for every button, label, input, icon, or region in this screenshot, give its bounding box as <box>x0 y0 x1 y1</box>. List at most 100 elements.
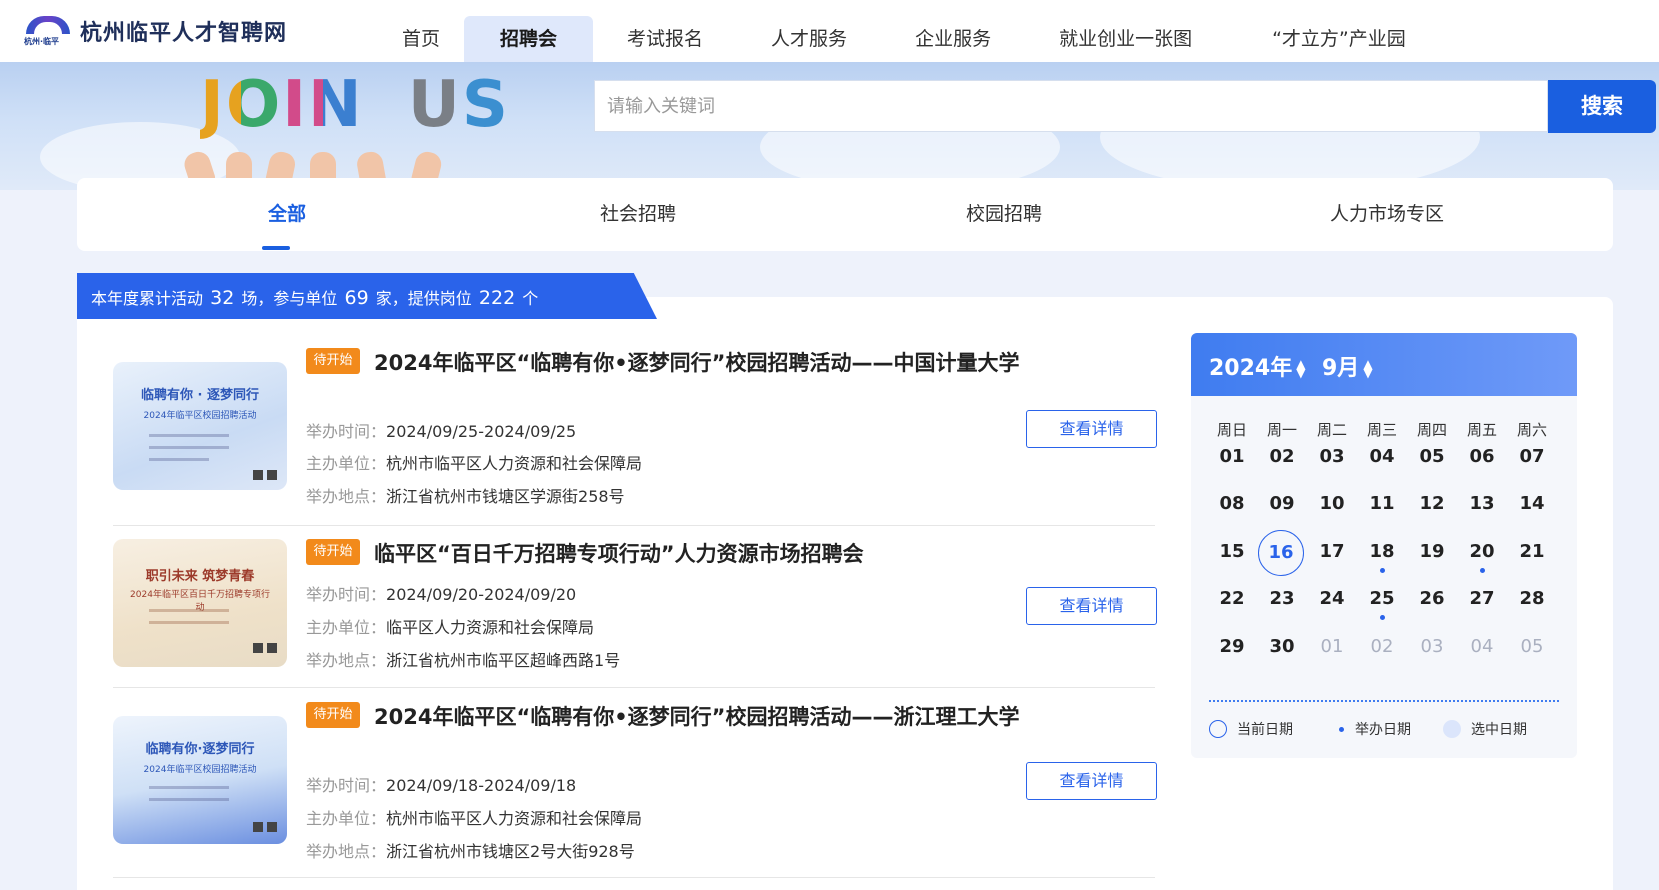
calendar-day[interactable]: 05 <box>1508 625 1556 669</box>
event-divider <box>113 877 1155 878</box>
event-card[interactable]: 临聘有你 · 逐梦同行 2024年临平区校园招聘活动 待开始 2024年临平区“… <box>113 344 1157 506</box>
event-card[interactable]: 职引未来 筑梦青春 2024年临平区百日千万招聘专项行动 待开始 临平区“百日千… <box>113 537 1157 687</box>
event-calendar: 2024年 ▲ ▼ 9月 ▲ ▼ 周日 周一 周二 周三 周四 周五 周六 01 02 03 04 05 06… <box>1191 333 1577 758</box>
filled-circle-icon <box>1443 720 1461 738</box>
nav-enterprise-service[interactable]: 企业服务 <box>881 16 1025 62</box>
sort-updown-icon: ▲ ▼ <box>1363 357 1373 380</box>
event-title[interactable]: 2024年临平区“临聘有你•逐梦同行”校园招聘活动——中国计量大学 <box>374 348 1024 378</box>
top-header: 杭州·临平 杭州临平人才智聘网 首页 招聘会 考试报名 人才服务 企业服务 就业… <box>0 0 1659 62</box>
event-thumbnail[interactable]: 临聘有你·逐梦同行 2024年临平区校园招聘活动 <box>113 716 287 844</box>
status-badge: 待开始 <box>306 539 360 565</box>
calendar-day[interactable]: 28 <box>1508 577 1556 621</box>
logo-title: 杭州临平人才智聘网 <box>80 20 288 46</box>
calendar-day[interactable]: 04 <box>1358 435 1406 479</box>
calendar-day[interactable]: 29 <box>1208 625 1256 669</box>
calendar-day[interactable]: 01 <box>1208 435 1256 479</box>
site-logo[interactable]: 杭州·临平 杭州临平人才智聘网 <box>24 14 287 48</box>
tab-campus-recruitment[interactable]: 校园招聘 <box>939 178 1069 251</box>
calendar-day[interactable]: 02 <box>1358 625 1406 669</box>
nav-exam-registration[interactable]: 考试报名 <box>593 16 737 62</box>
event-title[interactable]: 2024年临平区“临聘有你•逐梦同行”校园招聘活动——浙江理工大学 <box>374 702 1024 732</box>
logo-subtitle: 杭州·临平 <box>24 37 60 46</box>
thumbnail-title: 临聘有你 · 逐梦同行 <box>141 388 259 403</box>
calendar-day[interactable]: 09 <box>1258 482 1306 526</box>
calendar-day[interactable]: 17 <box>1308 530 1356 574</box>
status-badge: 待开始 <box>306 348 360 374</box>
calendar-day[interactable]: 24 <box>1308 577 1356 621</box>
month-selector[interactable]: 9月 ▲ ▼ <box>1322 350 1373 382</box>
view-details-button[interactable]: 查看详情 <box>1026 587 1157 625</box>
event-thumbnail[interactable]: 职引未来 筑梦青春 2024年临平区百日千万招聘专项行动 <box>113 539 287 667</box>
nav-talent-service[interactable]: 人才服务 <box>737 16 881 62</box>
stats-prefix: 本年度累计活动 <box>91 289 204 308</box>
nav-home[interactable]: 首页 <box>372 16 464 62</box>
legend-current-date: 当前日期 <box>1209 719 1293 739</box>
event-time: 举办时间：2024/09/18-2024/09/18 <box>306 776 577 795</box>
event-day-dot <box>1480 568 1485 573</box>
event-thumbnail[interactable]: 临聘有你 · 逐梦同行 2024年临平区校园招聘活动 <box>113 362 287 490</box>
event-host: 主办单位：临平区人力资源和社会保障局 <box>306 618 595 637</box>
calendar-day[interactable]: 13 <box>1458 482 1506 526</box>
calendar-day[interactable]: 05 <box>1408 435 1456 479</box>
event-day-dot <box>1380 568 1385 573</box>
event-card[interactable]: 临聘有你·逐梦同行 2024年临平区校园招聘活动 待开始 2024年临平区“临聘… <box>113 700 1157 870</box>
tab-all[interactable]: 全部 <box>227 178 347 251</box>
event-host: 主办单位：杭州市临平区人力资源和社会保障局 <box>306 454 643 473</box>
nav-industrial-park[interactable]: “才立方”产业园 <box>1226 16 1426 62</box>
calendar-day[interactable]: 30 <box>1258 625 1306 669</box>
event-time: 举办时间：2024/09/20-2024/09/20 <box>306 585 577 604</box>
status-badge: 待开始 <box>306 702 360 728</box>
nav-employment-map[interactable]: 就业创业一张图 <box>1025 16 1226 62</box>
sort-updown-icon: ▲ ▼ <box>1296 357 1306 380</box>
calendar-day[interactable]: 19 <box>1408 530 1456 574</box>
calendar-day[interactable]: 22 <box>1208 577 1256 621</box>
calendar-day[interactable]: 03 <box>1308 435 1356 479</box>
calendar-day[interactable]: 04 <box>1458 625 1506 669</box>
year-selector[interactable]: 2024年 ▲ ▼ <box>1209 350 1305 382</box>
nav-job-fair[interactable]: 招聘会 <box>464 16 594 62</box>
event-title[interactable]: 临平区“百日千万招聘专项行动”人力资源市场招聘会 <box>374 539 1024 569</box>
stats-activities-count: 32 <box>210 287 235 309</box>
calendar-day[interactable]: 15 <box>1208 530 1256 574</box>
logo-mark-icon: 杭州·临平 <box>24 14 72 48</box>
view-details-button[interactable]: 查看详情 <box>1026 410 1157 448</box>
calendar-day[interactable]: 16 <box>1258 530 1304 576</box>
search-input[interactable] <box>595 81 1547 131</box>
search-button[interactable]: 搜索 <box>1548 80 1656 133</box>
calendar-day[interactable]: 21 <box>1508 530 1556 574</box>
stats-positions-count: 222 <box>478 287 516 309</box>
thumbnail-title: 临聘有你·逐梦同行 <box>145 742 255 757</box>
active-tab-indicator <box>262 246 290 250</box>
calendar-day[interactable]: 14 <box>1508 482 1556 526</box>
legend-selected-date: 选中日期 <box>1443 719 1527 739</box>
calendar-day[interactable]: 07 <box>1508 435 1556 479</box>
thumbnail-title: 职引未来 筑梦青春 <box>145 569 255 584</box>
stats-unit-1: 场，参与单位 <box>241 289 338 308</box>
calendar-day[interactable]: 03 <box>1408 625 1456 669</box>
tab-social-recruitment[interactable]: 社会招聘 <box>573 178 703 251</box>
join-us-graphic: JOIN US <box>200 68 510 142</box>
calendar-day[interactable]: 01 <box>1308 625 1356 669</box>
event-day-dot <box>1380 615 1385 620</box>
event-place: 举办地点：浙江省杭州市钱塘区学源街258号 <box>306 487 625 506</box>
stats-companies-count: 69 <box>344 287 369 309</box>
calendar-day[interactable]: 23 <box>1258 577 1306 621</box>
calendar-day[interactable]: 12 <box>1408 482 1456 526</box>
stats-unit-3: 个 <box>522 289 539 308</box>
category-tabs: 全部 社会招聘 校园招聘 人力市场专区 <box>77 178 1613 251</box>
tab-hr-market[interactable]: 人力市场专区 <box>1297 178 1477 251</box>
thumbnail-subtitle: 2024年临平区校园招聘活动 <box>143 411 257 421</box>
calendar-day[interactable]: 02 <box>1258 435 1306 479</box>
calendar-day[interactable]: 10 <box>1308 482 1356 526</box>
calendar-day[interactable]: 08 <box>1208 482 1256 526</box>
event-place: 举办地点：浙江省杭州市临平区超峰西路1号 <box>306 651 621 670</box>
calendar-day[interactable]: 11 <box>1358 482 1406 526</box>
calendar-header: 2024年 ▲ ▼ 9月 ▲ ▼ <box>1191 333 1577 396</box>
event-host: 主办单位：杭州市临平区人力资源和社会保障局 <box>306 809 643 828</box>
calendar-day[interactable]: 06 <box>1458 435 1506 479</box>
calendar-day[interactable]: 26 <box>1408 577 1456 621</box>
event-divider <box>113 687 1155 688</box>
stats-unit-2: 家，提供岗位 <box>375 289 472 308</box>
calendar-day[interactable]: 27 <box>1458 577 1506 621</box>
view-details-button[interactable]: 查看详情 <box>1026 762 1157 800</box>
